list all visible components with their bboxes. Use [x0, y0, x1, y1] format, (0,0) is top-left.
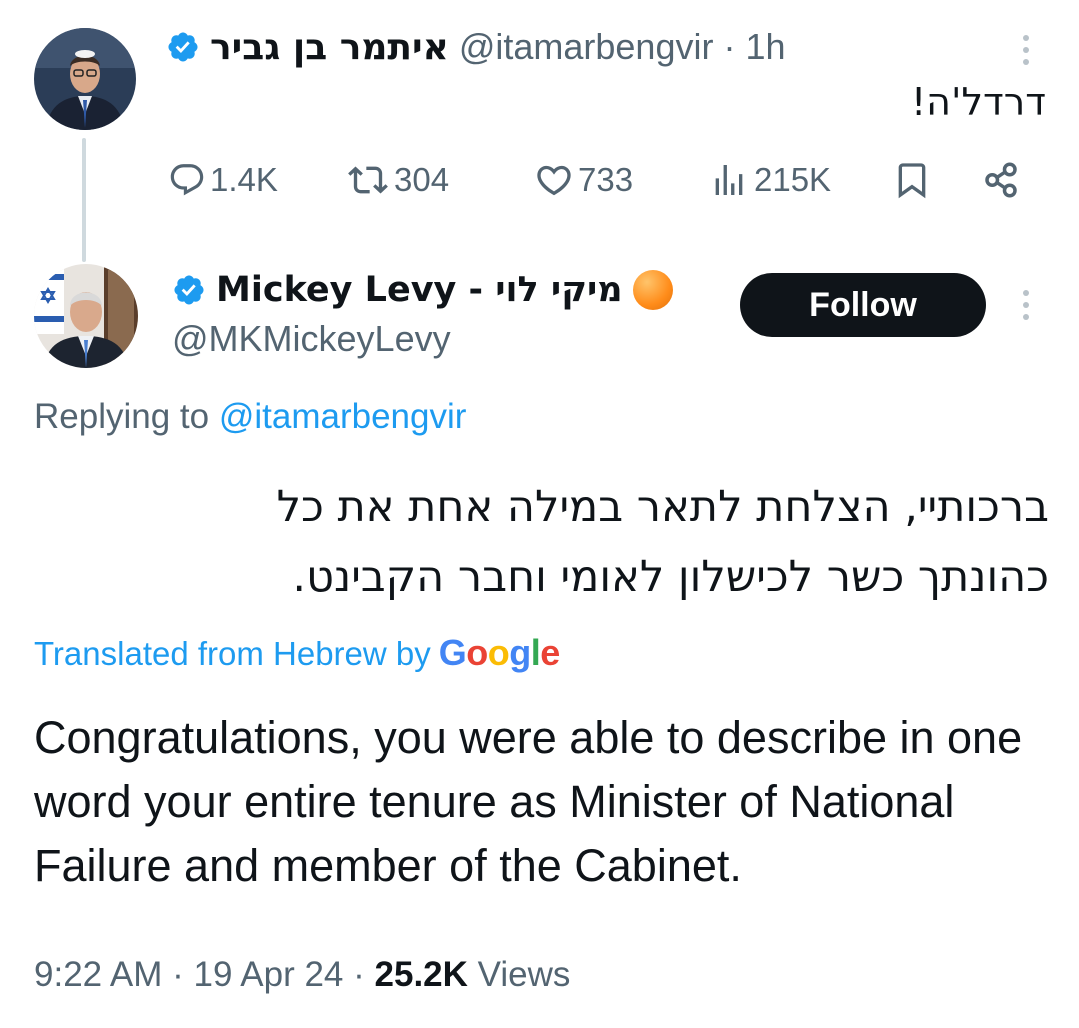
thread-connector-line: [82, 138, 86, 262]
reply-icon: [170, 164, 204, 196]
share-icon: [985, 162, 1017, 198]
share-button[interactable]: [980, 156, 1022, 204]
reply-text-hebrew: ברכותיי, הצלחת לתאר במילה אחת את כל כהונ…: [49, 472, 1049, 612]
replying-prefix: Replying to: [34, 397, 210, 436]
verified-badge-icon: [172, 273, 206, 307]
replying-to-mention[interactable]: @itamarbengvir: [219, 397, 467, 436]
like-count: 733: [578, 161, 634, 198]
bookmark-button[interactable]: [892, 156, 932, 204]
views-count: 215K: [754, 161, 832, 198]
more-vertical-icon[interactable]: [1020, 290, 1032, 326]
reply-text-hebrew-line-1: ברכותיי, הצלחת לתאר במילה אחת את כל: [276, 482, 1049, 532]
replying-to-line: Replying to @itamarbengvir: [34, 397, 466, 437]
bar-chart-icon: [715, 165, 743, 195]
heart-icon: [537, 165, 571, 196]
reply-button[interactable]: 1.4K: [168, 156, 278, 204]
views-count: 25.2K: [374, 955, 468, 994]
reply-text-hebrew-line-2: כהונתך כשר לכישלון לאומי וחבר הקבינט.: [292, 552, 1049, 602]
separator-dot: ·: [353, 955, 365, 994]
original-tweet-text: דרדל'ה!: [910, 80, 1046, 124]
orange-circle-icon: [632, 270, 673, 310]
views-button[interactable]: 215K: [708, 156, 831, 204]
original-tweet-actions: 1.4K 304 733 215K: [168, 156, 1048, 204]
retweet-icon: [348, 166, 388, 194]
tweet-date[interactable]: 19 Apr 24: [194, 955, 344, 994]
reply-tweet-header: מיקי לוי - Mickey Levy: [172, 268, 673, 312]
translated-label: Translated from Hebrew by: [34, 635, 431, 672]
avatar-mickey[interactable]: [34, 264, 138, 368]
separator-dot: ·: [172, 955, 184, 994]
author-handle[interactable]: @itamarbengvir: [459, 26, 714, 68]
reply-author-name[interactable]: מיקי לוי - Mickey Levy: [216, 270, 623, 310]
reply-count: 1.4K: [210, 161, 278, 198]
original-tweet-header: איתמר בן גביר @itamarbengvir · 1h: [166, 25, 786, 69]
tweet-time[interactable]: 9:22 AM: [34, 955, 162, 994]
retweet-button[interactable]: 304: [346, 156, 449, 204]
more-vertical-icon[interactable]: [1020, 35, 1032, 71]
reply-translation-text: Congratulations, you were able to descri…: [34, 712, 1023, 891]
bookmark-icon: [898, 163, 926, 199]
tweet-time[interactable]: 1h: [745, 26, 785, 68]
reply-author-handle[interactable]: @MKMickeyLevy: [172, 318, 451, 360]
views-label: Views: [477, 955, 571, 994]
like-button[interactable]: 733: [534, 156, 633, 204]
tweet-meta: 9:22 AM · 19 Apr 24 · 25.2K Views: [34, 955, 570, 995]
follow-button[interactable]: Follow: [740, 273, 986, 337]
verified-badge-icon: [166, 30, 200, 64]
google-logo: Google: [438, 632, 561, 673]
avatar-itamar[interactable]: [34, 28, 136, 130]
author-name[interactable]: איתמר בן גביר: [210, 27, 449, 68]
translated-by-link[interactable]: Translated from Hebrew by Google: [34, 632, 560, 674]
retweet-count: 304: [394, 161, 450, 198]
separator-dot: ·: [723, 26, 736, 67]
